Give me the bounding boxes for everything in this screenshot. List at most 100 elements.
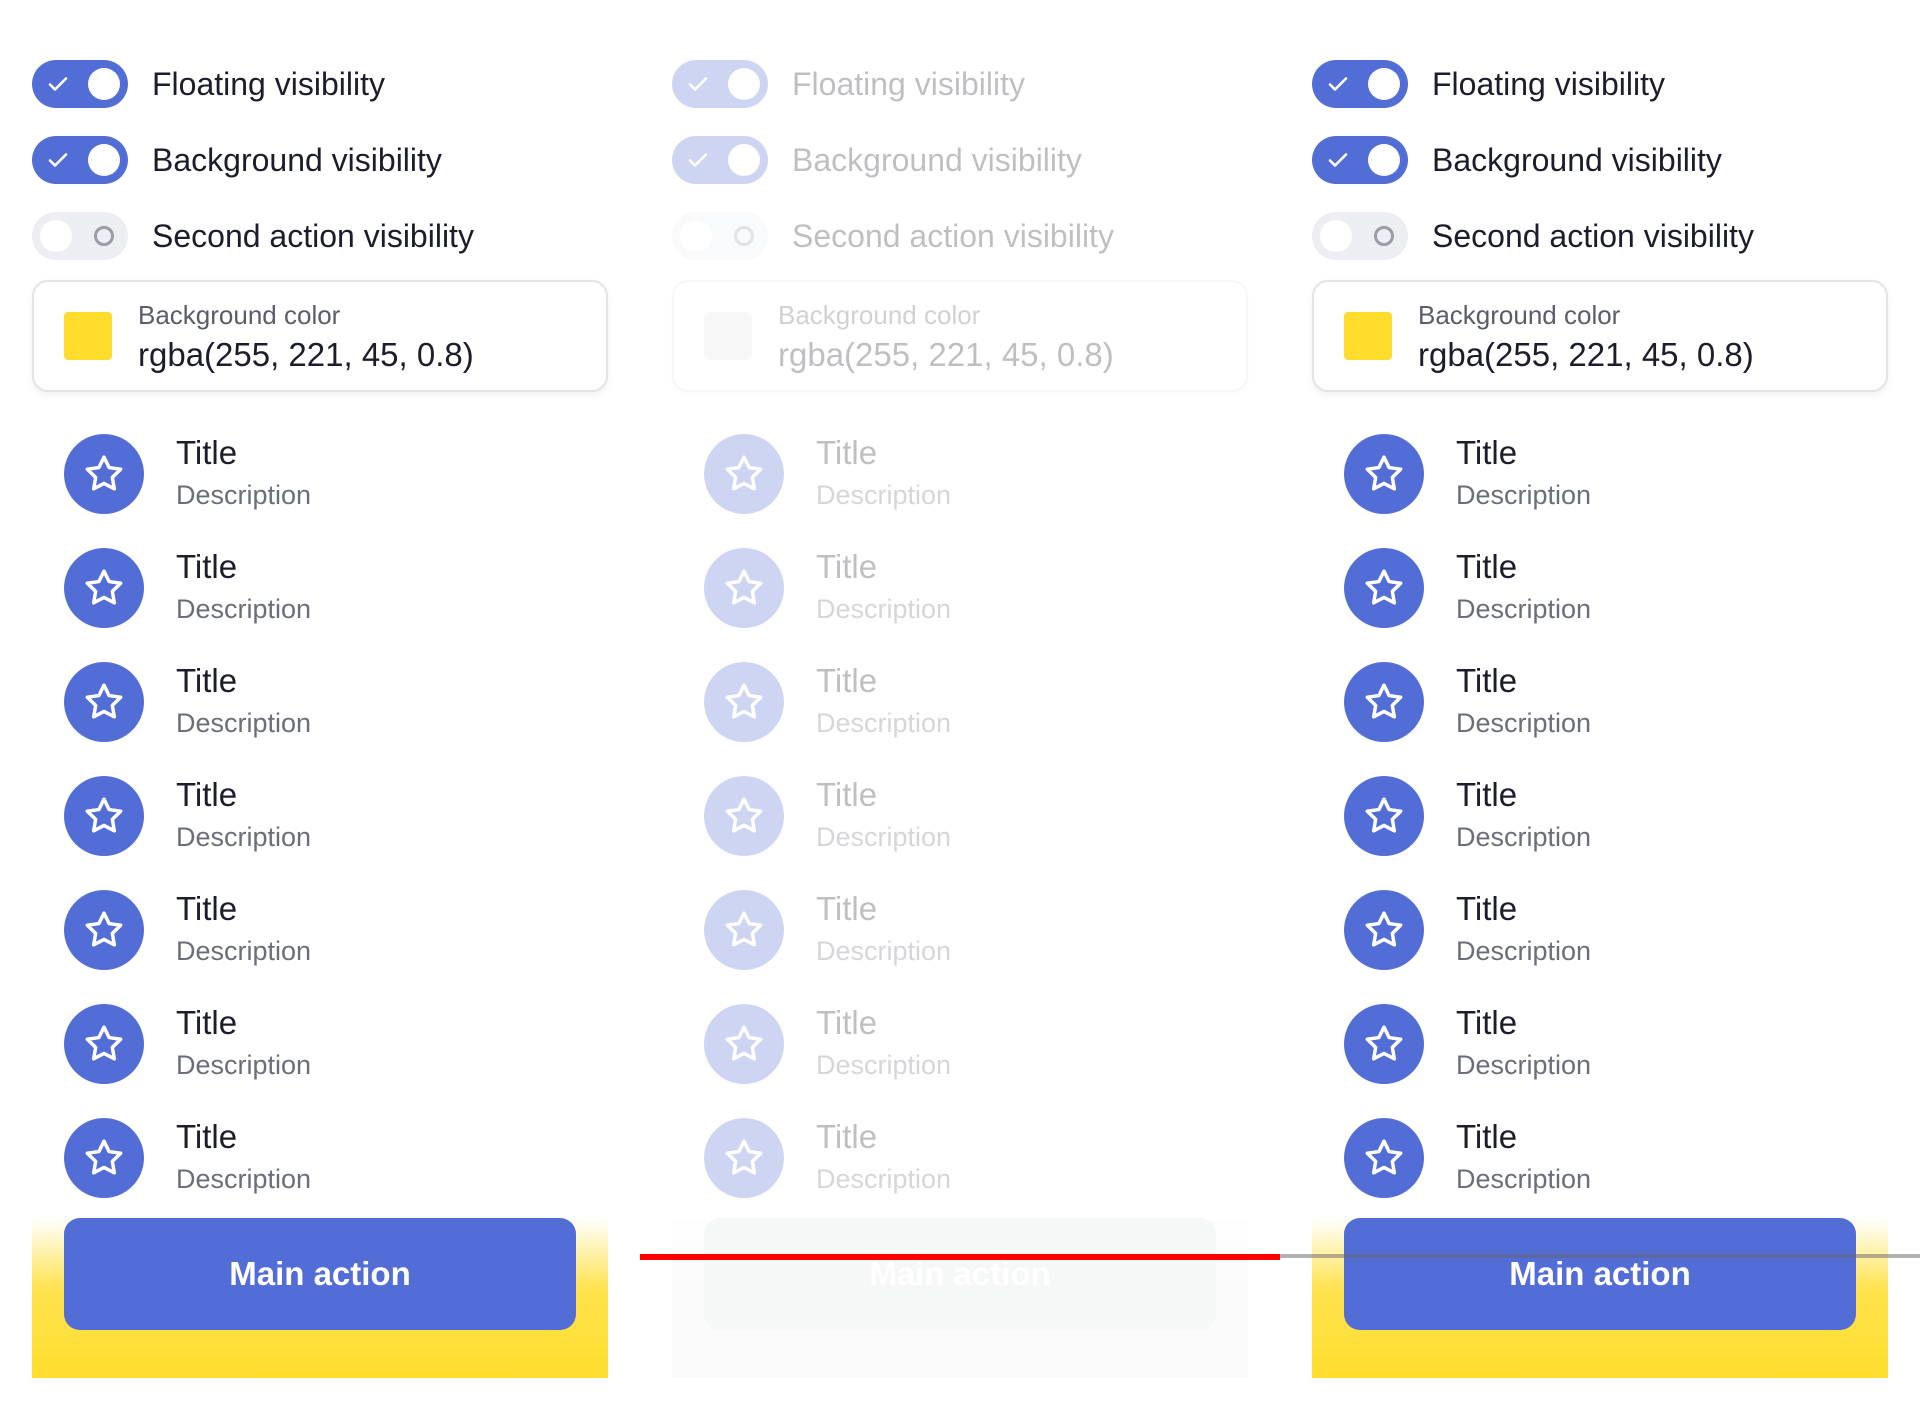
- list-item[interactable]: Title Description: [32, 1102, 608, 1214]
- toggle-switch[interactable]: [32, 60, 128, 108]
- toggle-row: Second action visibility: [32, 212, 474, 260]
- star-icon: [704, 1118, 784, 1198]
- list-item[interactable]: Title Description: [1312, 418, 1888, 530]
- toggle-knob: [728, 68, 760, 100]
- list-item[interactable]: Title Description: [1312, 988, 1888, 1100]
- item-title: Title: [176, 662, 238, 699]
- list-item: Title Description: [672, 1102, 1248, 1214]
- field-label: Background color: [138, 300, 341, 330]
- toggle-switch[interactable]: [32, 212, 128, 260]
- toggle-knob: [728, 144, 760, 176]
- list-item: Title Description: [672, 532, 1248, 644]
- star-icon: [1344, 890, 1424, 970]
- gray-guide-line: [1280, 1254, 1920, 1258]
- item-title: Title: [176, 548, 238, 585]
- toggle-switch[interactable]: [1312, 60, 1408, 108]
- star-icon: [64, 1118, 144, 1198]
- field-value: rgba(255, 221, 45, 0.8): [138, 336, 474, 373]
- list-item[interactable]: Title Description: [1312, 874, 1888, 986]
- list-item[interactable]: Title Description: [32, 988, 608, 1100]
- toggle-knob: [1368, 68, 1400, 100]
- item-title: Title: [176, 1004, 238, 1041]
- background-color-field: Background color rgba(255, 221, 45, 0.8): [672, 280, 1248, 392]
- list-item[interactable]: Title Description: [1312, 532, 1888, 644]
- item-title: Title: [816, 1004, 878, 1041]
- star-icon: [1344, 1118, 1424, 1198]
- settings-column-1: Floating visibility Background visibility…: [0, 0, 640, 1412]
- list-item[interactable]: Title Description: [32, 760, 608, 872]
- star-icon: [704, 662, 784, 742]
- item-title: Title: [176, 890, 238, 927]
- star-icon: [64, 890, 144, 970]
- item-description: Description: [1456, 1164, 1592, 1194]
- star-icon: [1344, 1004, 1424, 1084]
- toggle-switch[interactable]: [1312, 136, 1408, 184]
- toggle-label: Second action visibility: [152, 217, 474, 254]
- main-action-button[interactable]: Main action: [1344, 1218, 1856, 1330]
- item-description: Description: [176, 708, 312, 738]
- toggle-switch[interactable]: [1312, 212, 1408, 260]
- toggle-row: Floating visibility: [1312, 60, 1665, 108]
- toggle-label: Background visibility: [1432, 141, 1722, 178]
- color-swatch: [704, 312, 752, 360]
- list-item[interactable]: Title Description: [1312, 1102, 1888, 1214]
- toggle-label: Background visibility: [792, 141, 1082, 178]
- star-icon: [704, 548, 784, 628]
- circle-icon: [94, 226, 114, 246]
- main-action-button[interactable]: Main action: [64, 1218, 576, 1330]
- item-description: Description: [176, 594, 312, 624]
- list-panel: Title Description Title Description Title Des…: [672, 418, 1248, 1378]
- item-description: Description: [1456, 708, 1592, 738]
- check-icon: [686, 148, 710, 172]
- star-icon: [704, 776, 784, 856]
- item-description: Description: [1456, 936, 1592, 966]
- toggle-switch[interactable]: [32, 136, 128, 184]
- list-item[interactable]: Title Description: [1312, 760, 1888, 872]
- list-item[interactable]: Title Description: [32, 646, 608, 758]
- star-icon: [704, 890, 784, 970]
- item-title: Title: [176, 434, 238, 471]
- list-item: Title Description: [672, 418, 1248, 530]
- item-title: Title: [1456, 776, 1518, 813]
- toggle-row: Background visibility: [32, 136, 442, 184]
- column-content: Floating visibility Background visibility…: [1280, 0, 1920, 1412]
- star-icon: [1344, 776, 1424, 856]
- check-icon: [1326, 72, 1350, 96]
- check-icon: [1326, 148, 1350, 172]
- field-value: rgba(255, 221, 45, 0.8): [1418, 336, 1754, 373]
- background-color-field[interactable]: Background color rgba(255, 221, 45, 0.8): [32, 280, 608, 392]
- toggle-row: Second action visibility: [1312, 212, 1754, 260]
- toggle-switch: [672, 136, 768, 184]
- toggle-switch: [672, 60, 768, 108]
- settings-column-3: Floating visibility Background visibility…: [1280, 0, 1920, 1412]
- list-item[interactable]: Title Description: [32, 418, 608, 530]
- field-label: Background color: [778, 300, 981, 330]
- settings-column-2: Floating visibility Background visibility…: [640, 0, 1280, 1412]
- list-item[interactable]: Title Description: [32, 874, 608, 986]
- item-title: Title: [1456, 1118, 1518, 1155]
- list-item: Title Description: [672, 988, 1248, 1100]
- toggle-row: Second action visibility: [672, 212, 1114, 260]
- list-item: Title Description: [672, 646, 1248, 758]
- toggle-knob: [1368, 144, 1400, 176]
- background-color-field[interactable]: Background color rgba(255, 221, 45, 0.8): [1312, 280, 1888, 392]
- item-title: Title: [1456, 1004, 1518, 1041]
- field-value: rgba(255, 221, 45, 0.8): [778, 336, 1114, 373]
- toggle-label: Background visibility: [152, 141, 442, 178]
- list-item[interactable]: Title Description: [32, 532, 608, 644]
- item-description: Description: [816, 936, 952, 966]
- item-description: Description: [816, 594, 952, 624]
- star-icon: [704, 434, 784, 514]
- toggle-label: Floating visibility: [152, 65, 385, 102]
- item-description: Description: [1456, 1050, 1592, 1080]
- item-title: Title: [816, 662, 878, 699]
- item-description: Description: [816, 708, 952, 738]
- red-guide-line: [640, 1254, 1280, 1260]
- check-icon: [686, 72, 710, 96]
- toggle-label: Floating visibility: [1432, 65, 1665, 102]
- item-title: Title: [816, 890, 878, 927]
- column-content: Floating visibility Background visibility…: [640, 0, 1280, 1412]
- toggle-row: Background visibility: [1312, 136, 1722, 184]
- list-item[interactable]: Title Description: [1312, 646, 1888, 758]
- item-title: Title: [816, 776, 878, 813]
